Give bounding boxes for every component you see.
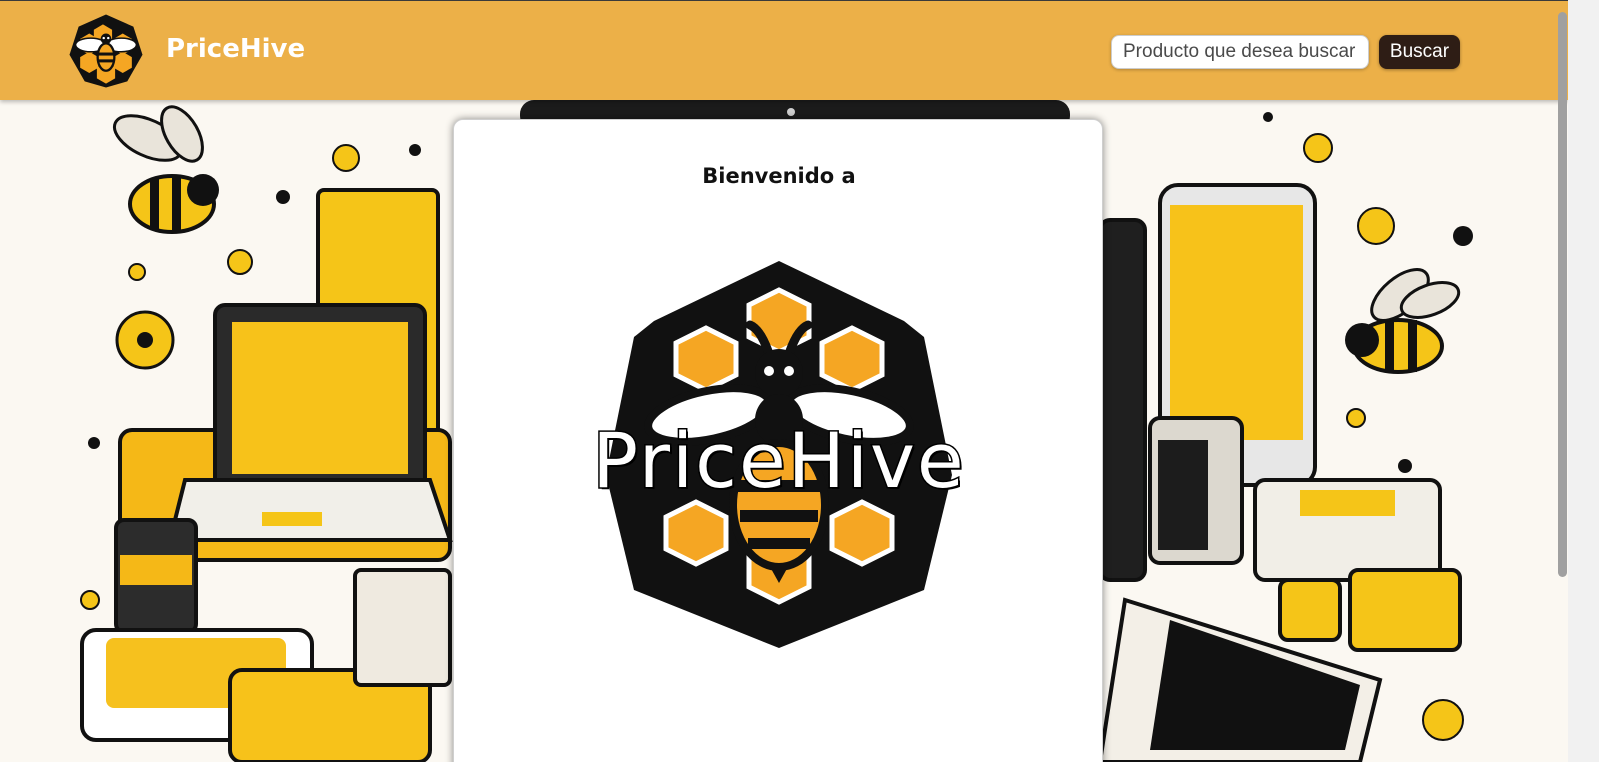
search-input[interactable] xyxy=(1111,35,1369,69)
scrollbar-track[interactable] xyxy=(1568,0,1599,762)
bee-logo-icon[interactable] xyxy=(68,13,144,89)
search-button[interactable]: Buscar xyxy=(1379,35,1460,69)
welcome-heading: Bienvenido a xyxy=(702,164,856,188)
logo-wordmark: PriceHive xyxy=(591,415,966,507)
scrollbar-thumb[interactable] xyxy=(1558,12,1567,577)
welcome-card: Bienvenido a PriceHive xyxy=(453,119,1103,762)
top-navbar: PriceHive Buscar xyxy=(0,0,1568,100)
brand-name[interactable]: PriceHive xyxy=(166,34,305,64)
